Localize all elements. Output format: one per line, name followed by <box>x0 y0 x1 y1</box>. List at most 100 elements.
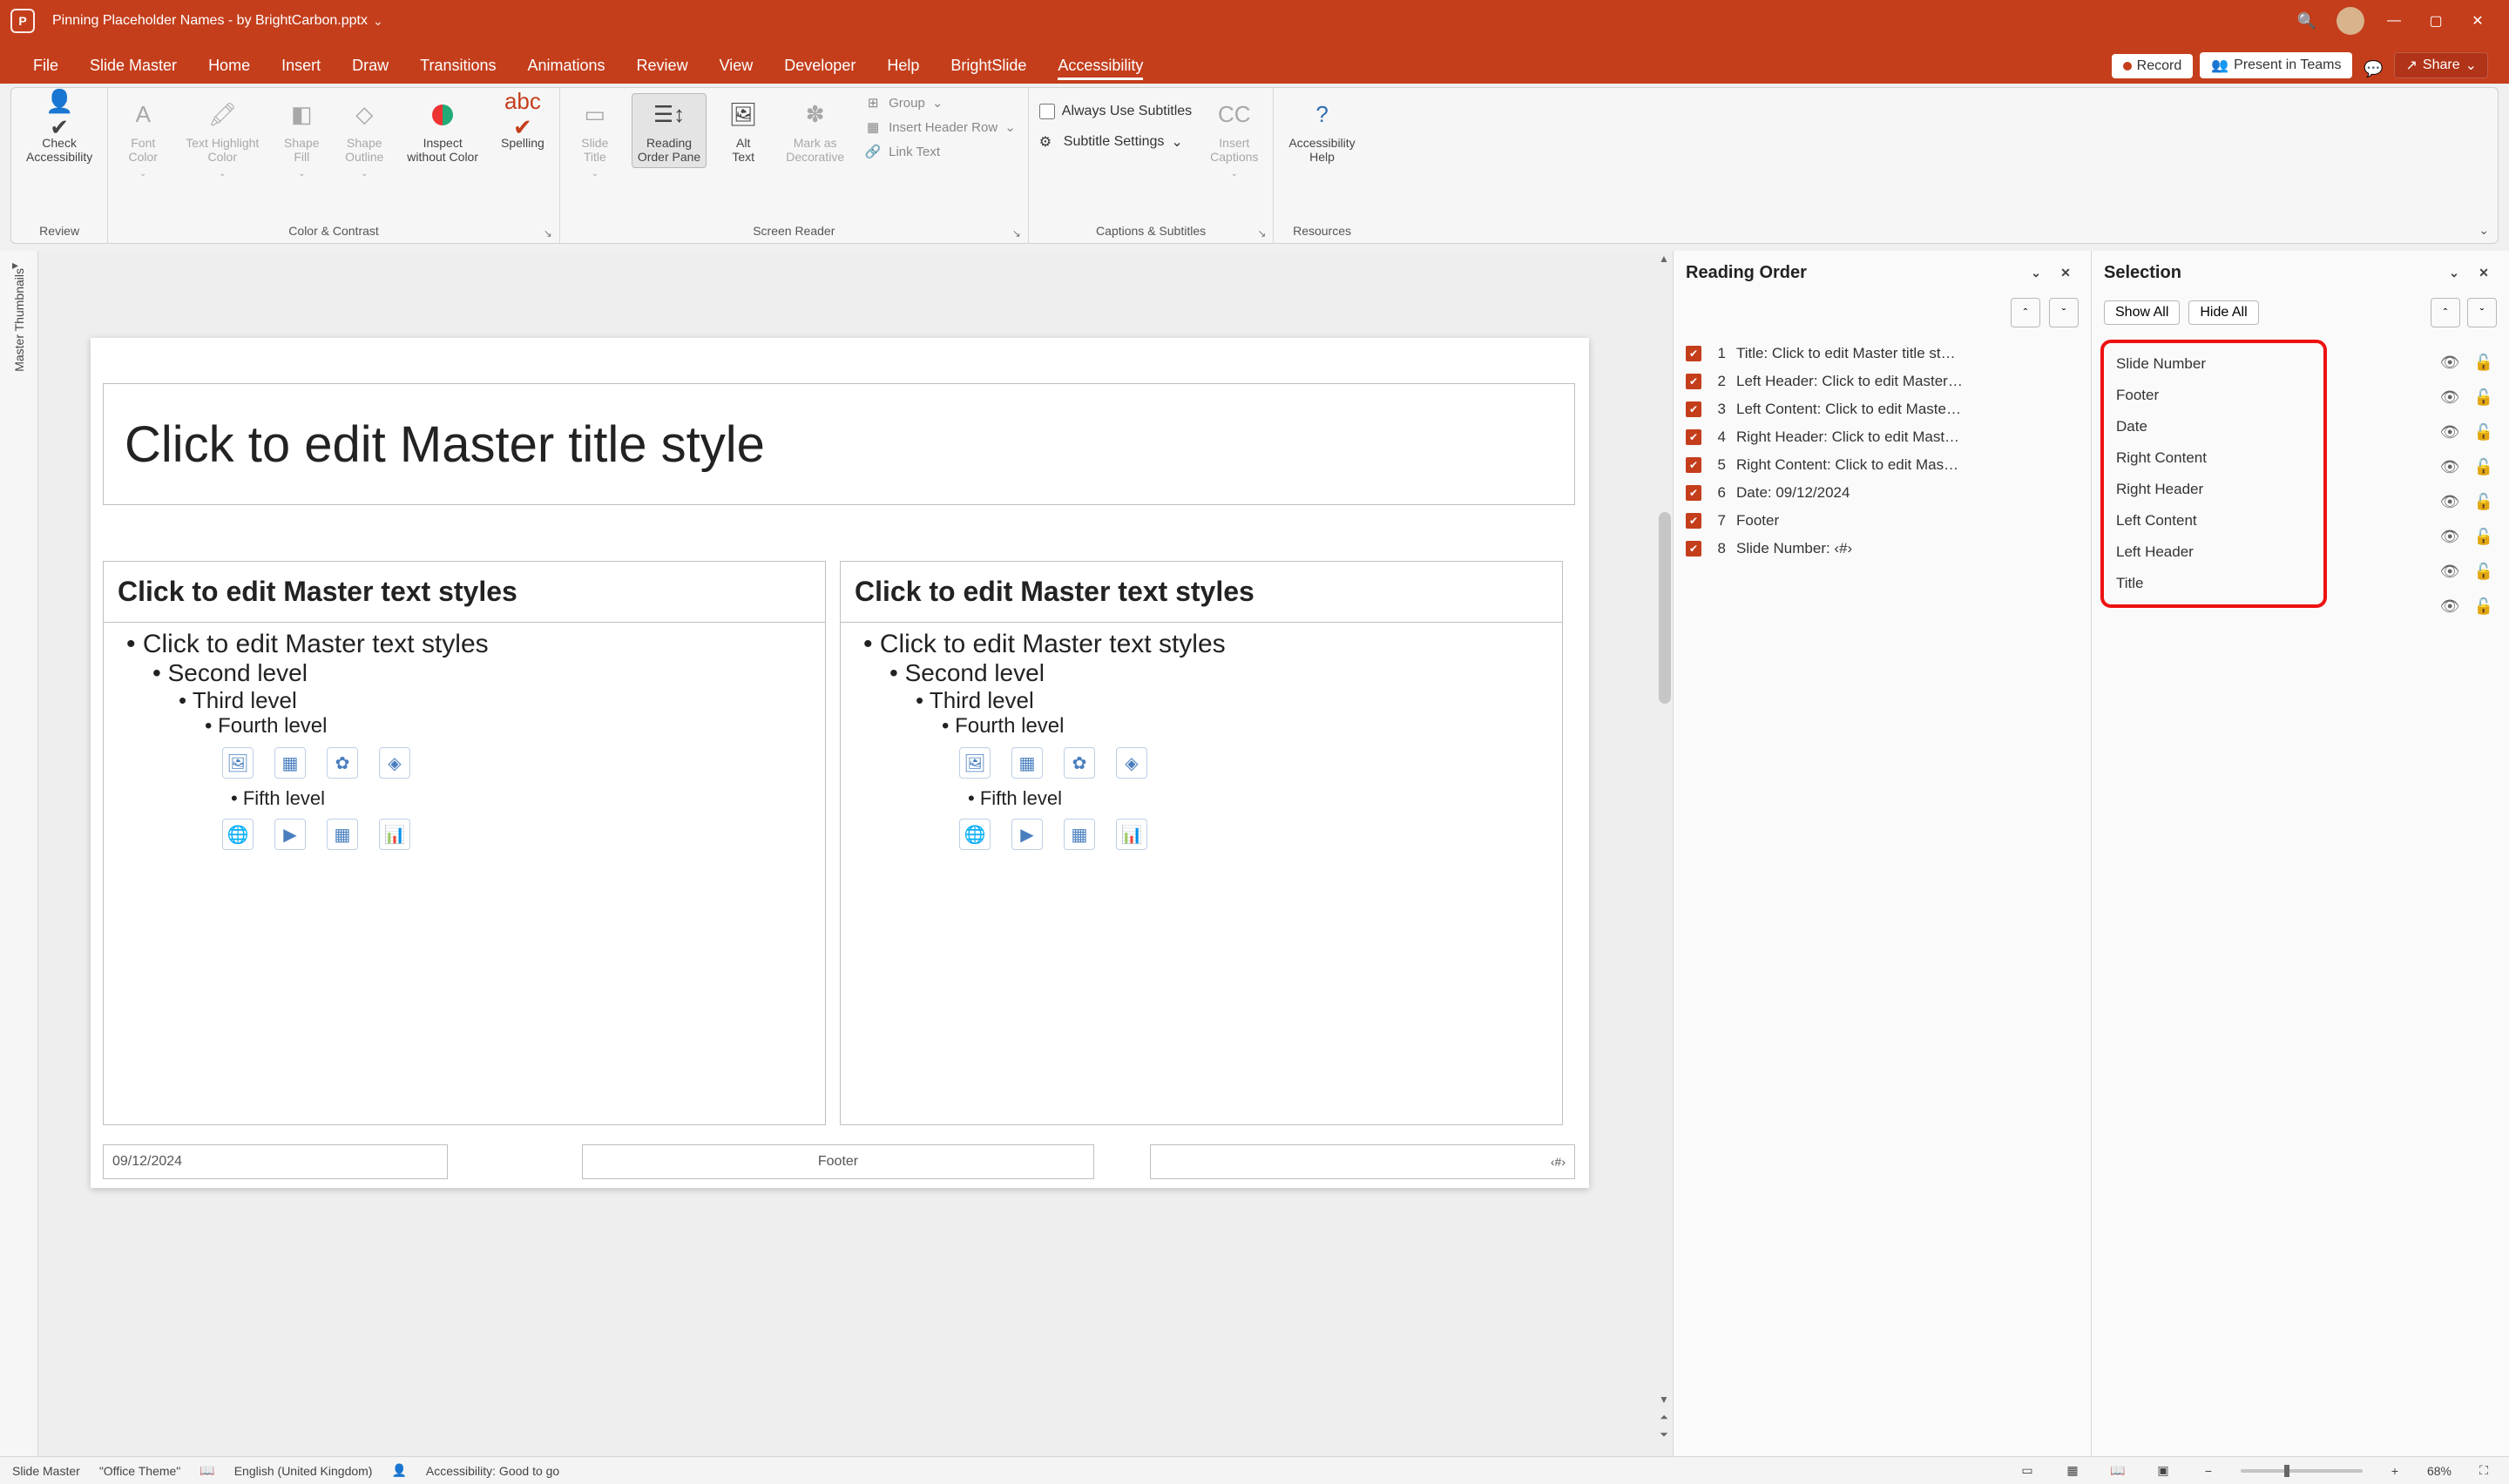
reading-order-item[interactable]: ✔2Left Header: Click to edit Master… <box>1682 368 2082 395</box>
visibility-icon[interactable]: 👁 <box>2440 597 2460 616</box>
lock-icon[interactable]: 🔓 <box>2474 528 2493 546</box>
check-accessibility-button[interactable]: 👤✔ Check Accessibility <box>20 93 98 168</box>
sorter-view-icon[interactable]: ▦ <box>2059 1460 2086 1481</box>
picture-icon[interactable]: 🖼 <box>222 747 254 779</box>
visibility-icon[interactable]: 👁 <box>2440 493 2460 511</box>
reading-order-item[interactable]: ✔4Right Header: Click to edit Mast… <box>1682 423 2082 451</box>
content-icons-2[interactable]: 🌐▶▦📊 <box>222 819 811 850</box>
online-picture-icon[interactable]: 🌐 <box>959 819 991 850</box>
inspect-without-color-button[interactable]: Inspect without Color <box>401 93 484 168</box>
tab-home[interactable]: Home <box>193 50 266 84</box>
reading-order-item[interactable]: ✔7Footer <box>1682 507 2082 535</box>
spelling-button[interactable]: abc✔Spelling <box>495 93 551 154</box>
vertical-scrollbar[interactable]: ▲ ▼ ⏶ ⏷ <box>1655 251 1673 1456</box>
move-forward-button[interactable]: ˆ <box>2431 298 2460 327</box>
checkbox-icon[interactable]: ✔ <box>1686 346 1701 361</box>
lock-icon[interactable]: 🔓 <box>2474 458 2493 476</box>
zoom-out-icon[interactable]: − <box>2195 1460 2222 1481</box>
close-button[interactable]: ✕ <box>2457 0 2499 42</box>
scroll-thumb[interactable] <box>1659 512 1671 704</box>
title-placeholder[interactable]: Click to edit Master title style <box>103 383 1575 505</box>
maximize-button[interactable]: ▢ <box>2415 0 2457 42</box>
smartart-icon[interactable]: ✿ <box>327 747 358 779</box>
group-menu[interactable]: ⊞Group⌄ <box>861 93 1019 112</box>
status-accessibility[interactable]: Accessibility: Good to go <box>426 1464 559 1478</box>
tab-help[interactable]: Help <box>871 50 935 84</box>
selection-item[interactable]: Date <box>2111 411 2316 442</box>
tab-review[interactable]: Review <box>621 50 704 84</box>
video-icon[interactable]: ▶ <box>274 819 306 850</box>
chart-icon[interactable]: 📊 <box>379 819 410 850</box>
slide-master[interactable]: Click to edit Master title style Click t… <box>91 338 1589 1188</box>
reading-order-pane-button[interactable]: ☰↕Reading Order Pane <box>632 93 707 168</box>
slide-number-placeholder[interactable]: ‹#› <box>1150 1144 1575 1179</box>
lock-icon[interactable]: 🔓 <box>2474 354 2493 372</box>
tab-insert[interactable]: Insert <box>266 50 336 84</box>
checkbox-icon[interactable]: ✔ <box>1686 429 1701 445</box>
lock-icon[interactable]: 🔓 <box>2474 423 2493 442</box>
insert-header-row-button[interactable]: ▦Insert Header Row⌄ <box>861 118 1019 137</box>
pane-close-icon[interactable]: ✕ <box>2471 260 2497 286</box>
user-avatar[interactable] <box>2337 7 2364 35</box>
search-icon[interactable]: 🔍 <box>2286 12 2328 30</box>
tab-developer[interactable]: Developer <box>768 50 871 84</box>
tab-transitions[interactable]: Transitions <box>404 50 511 84</box>
table-icon[interactable]: ▦ <box>274 747 306 779</box>
tab-view[interactable]: View <box>704 50 769 84</box>
minimize-button[interactable]: — <box>2373 0 2415 42</box>
scroll-up-icon[interactable]: ▲ <box>1657 253 1671 266</box>
spellcheck-status-icon[interactable]: 📖 <box>200 1463 214 1478</box>
selection-item[interactable]: Slide Number <box>2111 348 2316 380</box>
3d-icon[interactable]: ◈ <box>1116 747 1147 779</box>
checkbox-icon[interactable]: ✔ <box>1686 401 1701 417</box>
dialog-launcher-icon[interactable]: ↘ <box>544 227 552 239</box>
accessibility-status-icon[interactable]: 👤 <box>391 1463 406 1478</box>
lock-icon[interactable]: 🔓 <box>2474 388 2493 407</box>
comments-icon[interactable]: 💬 <box>2357 60 2389 78</box>
show-all-button[interactable]: Show All <box>2104 300 2180 325</box>
content-icons[interactable]: 🖼▦✿◈ <box>959 747 1548 779</box>
pane-close-icon[interactable]: ✕ <box>2053 260 2079 286</box>
checkbox-icon[interactable]: ✔ <box>1686 513 1701 529</box>
visibility-icon[interactable]: 👁 <box>2440 354 2460 372</box>
visibility-icon[interactable]: 👁 <box>2440 528 2460 546</box>
present-in-teams-button[interactable]: 👥Present in Teams <box>2200 52 2352 78</box>
mark-decorative-button[interactable]: ✽Mark as Decorative <box>780 93 850 168</box>
right-body[interactable]: Click to edit Master text styles Second … <box>841 623 1562 866</box>
hide-all-button[interactable]: Hide All <box>2188 300 2258 325</box>
left-header[interactable]: Click to edit Master text styles <box>104 562 825 623</box>
left-body[interactable]: Click to edit Master text styles Second … <box>104 623 825 866</box>
left-content-placeholder[interactable]: Click to edit Master text styles Click t… <box>103 561 826 1125</box>
zoom-slider[interactable] <box>2241 1469 2363 1473</box>
dialog-launcher-icon[interactable]: ↘ <box>1012 227 1021 239</box>
always-subtitles-checkbox[interactable]: Always Use Subtitles <box>1038 100 1194 123</box>
alt-text-button[interactable]: 🖼Alt Text <box>717 93 769 168</box>
record-button[interactable]: Record <box>2112 54 2194 78</box>
selection-item[interactable]: Right Header <box>2111 474 2316 505</box>
tab-file[interactable]: File <box>17 50 74 84</box>
visibility-icon[interactable]: 👁 <box>2440 423 2460 442</box>
tab-brightslide[interactable]: BrightSlide <box>935 50 1042 84</box>
reading-order-item[interactable]: ✔3Left Content: Click to edit Maste… <box>1682 395 2082 423</box>
collapse-ribbon-icon[interactable]: ⌄ <box>2479 223 2489 238</box>
shape-outline-button[interactable]: ◇Shape Outline⌄ <box>338 93 390 184</box>
video-icon[interactable]: ▶ <box>1011 819 1043 850</box>
font-color-button[interactable]: AFont Color⌄ <box>117 93 169 184</box>
visibility-icon[interactable]: 👁 <box>2440 563 2460 581</box>
lock-icon[interactable]: 🔓 <box>2474 597 2493 616</box>
zoom-in-icon[interactable]: + <box>2382 1460 2408 1481</box>
normal-view-icon[interactable]: ▭ <box>2014 1460 2040 1481</box>
picture-icon[interactable]: 🖼 <box>959 747 991 779</box>
dialog-launcher-icon[interactable]: ↘ <box>1257 227 1266 239</box>
slide-canvas[interactable]: Click to edit Master title style Click t… <box>38 251 1673 1456</box>
table2-icon[interactable]: ▦ <box>327 819 358 850</box>
pane-options-icon[interactable]: ⌄ <box>2441 260 2467 286</box>
checkbox-icon[interactable]: ✔ <box>1686 541 1701 556</box>
accessibility-help-button[interactable]: ?Accessibility Help <box>1282 93 1361 168</box>
date-placeholder[interactable]: 09/12/2024 <box>103 1144 448 1179</box>
selection-item[interactable]: Right Content <box>2111 442 2316 474</box>
checkbox-icon[interactable]: ✔ <box>1686 485 1701 501</box>
reading-order-item[interactable]: ✔8Slide Number: ‹#› <box>1682 535 2082 563</box>
tab-accessibility[interactable]: Accessibility <box>1042 50 1159 84</box>
move-backward-button[interactable]: ˇ <box>2467 298 2497 327</box>
